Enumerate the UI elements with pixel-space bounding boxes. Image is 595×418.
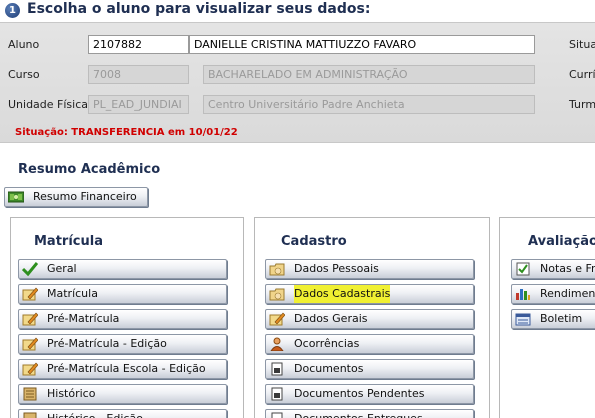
avaliacao-rendimento-button[interactable]: Rendiment: [511, 284, 595, 304]
matricula-geral-button[interactable]: Geral: [18, 259, 227, 279]
matricula-historico-edicao-label: Histórico - Edição: [47, 410, 143, 418]
avaliacao-rendimento-label: Rendiment: [540, 287, 595, 300]
checkmark-icon: [22, 262, 38, 276]
checklist-icon: [516, 262, 530, 276]
matricula-pre-matricula-escola-label: Pré-Matrícula Escola - Edição: [47, 362, 206, 375]
matricula-geral-label: Geral: [47, 262, 77, 275]
matricula-matricula-label: Matrícula: [47, 287, 98, 300]
resumo-academico-link[interactable]: Resumo Acadêmico: [18, 162, 160, 177]
page-header: 1 Escolha o aluno para visualizar seus d…: [0, 0, 595, 22]
avaliacao-notas-button[interactable]: Notas e Fre: [511, 259, 595, 279]
avaliacao-notas-label: Notas e Fre: [540, 262, 595, 275]
avaliacao-boletim-button[interactable]: Boletim: [511, 309, 595, 329]
curso-name-field: BACHARELADO EM ADMINISTRAÇÃO: [203, 65, 535, 84]
cadastro-title: Cadastro: [281, 234, 347, 249]
bar-chart-icon: [516, 289, 530, 300]
matricula-pre-matricula-edicao-label: Pré-Matrícula - Edição: [47, 337, 167, 350]
cadastro-dados-cadastrais-label: Dados Cadastrais: [294, 285, 391, 303]
status-text: Situação: TRANSFERENCIA em 10/01/22: [15, 127, 238, 138]
folder-hand-icon: [269, 263, 285, 276]
matricula-pre-matricula-edicao-button[interactable]: Pré-Matrícula - Edição: [18, 334, 227, 354]
matricula-pre-matricula-escola-button[interactable]: Pré-Matrícula Escola - Edição: [18, 359, 227, 379]
avaliacao-title: Avaliação: [528, 234, 595, 249]
matricula-historico-edicao-button[interactable]: Histórico - Edição: [18, 409, 227, 418]
matricula-pre-matricula-button[interactable]: Pré-Matrícula: [18, 309, 227, 329]
cadastro-documentos-pendentes-label: Documentos Pendentes: [294, 387, 425, 400]
document-icon: [271, 362, 283, 376]
matricula-historico-label: Histórico: [47, 387, 96, 400]
report-card-icon: [515, 313, 531, 326]
cadastro-documentos-button[interactable]: Documentos: [265, 359, 474, 379]
resumo-financeiro-label: Resumo Financeiro: [33, 190, 137, 203]
cadastro-dados-gerais-button[interactable]: Dados Gerais: [265, 309, 474, 329]
document-icon: [271, 412, 283, 418]
cadastro-documentos-entregues-button[interactable]: Documentos Entregues: [265, 409, 474, 418]
cadastro-documentos-pendentes-button[interactable]: Documentos Pendentes: [265, 384, 474, 404]
resumo-financeiro-button[interactable]: Resumo Financeiro: [4, 187, 148, 207]
unidade-label: Unidade Física: [8, 98, 89, 111]
pencil-paper-icon: [22, 337, 38, 351]
turma-label: Turm: [569, 98, 595, 111]
cadastro-dados-pessoais-button[interactable]: Dados Pessoais: [265, 259, 474, 279]
matricula-title: Matrícula: [34, 234, 103, 249]
page-title: Escolha o aluno para visualizar seus dad…: [27, 1, 371, 17]
aluno-id-input[interactable]: 2107882: [88, 35, 189, 54]
situacao-label: Situa: [569, 38, 595, 51]
student-panel: Aluno 2107882 DANIELLE CRISTINA MATTIUZZ…: [0, 22, 595, 143]
matricula-pre-matricula-label: Pré-Matrícula: [47, 312, 120, 325]
pencil-paper-icon: [22, 312, 38, 326]
curriculo-label: Currí: [569, 68, 595, 81]
pencil-paper-icon: [22, 362, 38, 376]
aluno-name-input[interactable]: DANIELLE CRISTINA MATTIUZZO FAVARO: [189, 35, 535, 54]
pencil-paper-icon: [22, 287, 38, 301]
cadastro-documentos-label: Documentos: [294, 362, 364, 375]
cadastro-ocorrencias-button[interactable]: Ocorrências: [265, 334, 474, 354]
scroll-icon: [23, 387, 37, 401]
folder-hand-icon: [269, 288, 285, 301]
matricula-historico-button[interactable]: Histórico: [18, 384, 227, 404]
matricula-matricula-button[interactable]: Matrícula: [18, 284, 227, 304]
unidade-name-field: Centro Universitário Padre Anchieta: [203, 95, 535, 114]
pencil-paper-icon: [269, 312, 285, 326]
cadastro-dados-cadastrais-button[interactable]: Dados Cadastrais: [265, 284, 474, 304]
scroll-icon: [23, 412, 37, 418]
unidade-code-field: PL_EAD_JUNDIAI: [88, 95, 189, 114]
cadastro-ocorrencias-label: Ocorrências: [294, 337, 360, 350]
avaliacao-boletim-label: Boletim: [540, 312, 583, 325]
cadastro-dados-pessoais-label: Dados Pessoais: [294, 262, 379, 275]
cadastro-dados-gerais-label: Dados Gerais: [294, 312, 368, 325]
aluno-label: Aluno: [8, 38, 40, 51]
person-icon: [270, 337, 284, 351]
curso-code-field: 7008: [88, 65, 189, 84]
step-number-icon: 1: [5, 3, 20, 18]
curso-label: Curso: [8, 68, 40, 81]
money-icon: [8, 191, 24, 203]
cadastro-documentos-entregues-label: Documentos Entregues: [294, 410, 423, 418]
document-icon: [271, 387, 283, 401]
